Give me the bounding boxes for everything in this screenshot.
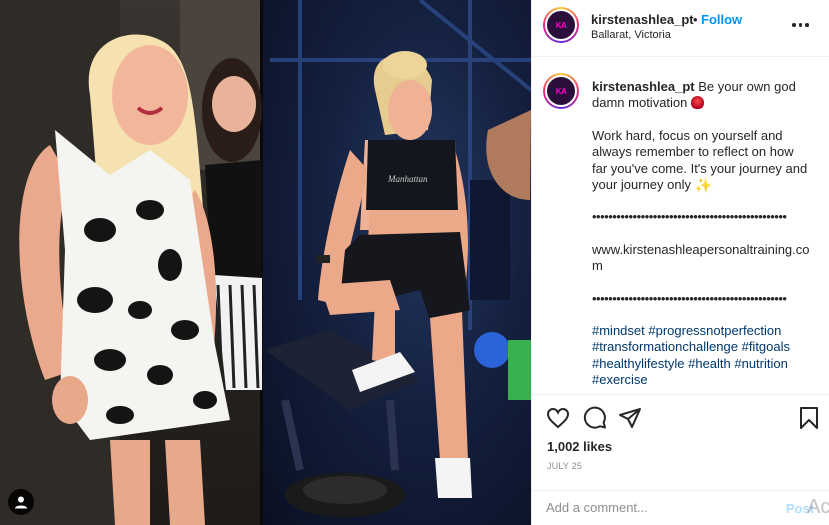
comment-input[interactable] xyxy=(546,500,776,515)
location-link[interactable]: Ballarat, Victoria xyxy=(591,29,671,41)
caption-avatar-text: KA xyxy=(555,86,567,96)
more-options-icon[interactable] xyxy=(792,15,816,35)
header-username[interactable]: kirstenashlea_pt xyxy=(591,12,694,27)
comments-area[interactable]: KA kirstenashlea_pt Be your own god damn… xyxy=(532,57,829,393)
save-bookmark-icon[interactable] xyxy=(797,406,821,430)
caption-avatar[interactable]: KA xyxy=(543,73,579,109)
avatar[interactable]: KA xyxy=(543,7,579,43)
caption-dots-1: ••••••••••••••••••••••••••••••••••••••••… xyxy=(592,209,787,225)
caption-dots-2: ••••••••••••••••••••••••••••••••••••••••… xyxy=(592,290,787,306)
post-header: KA kirstenashlea_pt • Follow Ballarat, V… xyxy=(532,0,829,57)
separator-dot: • xyxy=(693,12,698,27)
share-send-icon[interactable] xyxy=(618,406,642,430)
follow-button[interactable]: Follow xyxy=(701,12,742,27)
caption-text: kirstenashlea_pt Be your own god damn mo… xyxy=(592,79,812,393)
caption-username[interactable]: kirstenashlea_pt xyxy=(592,79,695,94)
post-photo[interactable]: Manhattan xyxy=(0,0,531,525)
likes-count[interactable]: 1,002 likes xyxy=(547,439,612,454)
like-heart-icon[interactable] xyxy=(546,406,570,430)
add-comment-bar: Post Act xyxy=(532,490,829,525)
user-tag-icon[interactable] xyxy=(8,489,34,515)
photo-illustration: Manhattan xyxy=(0,0,531,525)
post-panel: KA kirstenashlea_pt • Follow Ballarat, V… xyxy=(531,0,829,525)
caption-url: www.kirstenashleapersonaltraining.com xyxy=(592,241,810,274)
activate-windows-watermark: Act xyxy=(807,496,829,518)
post-date[interactable]: JULY 25 xyxy=(547,461,582,471)
comment-bubble-icon[interactable] xyxy=(583,406,607,430)
sparkle-icon: ✨ xyxy=(694,177,713,194)
svg-text:Manhattan: Manhattan xyxy=(387,174,428,184)
avatar-text: KA xyxy=(555,20,567,30)
rose-icon xyxy=(691,96,705,110)
action-bar: 1,002 likes JULY 25 xyxy=(532,394,829,494)
caption-hashtags[interactable]: #mindset #progressnotperfection #transfo… xyxy=(592,323,812,389)
